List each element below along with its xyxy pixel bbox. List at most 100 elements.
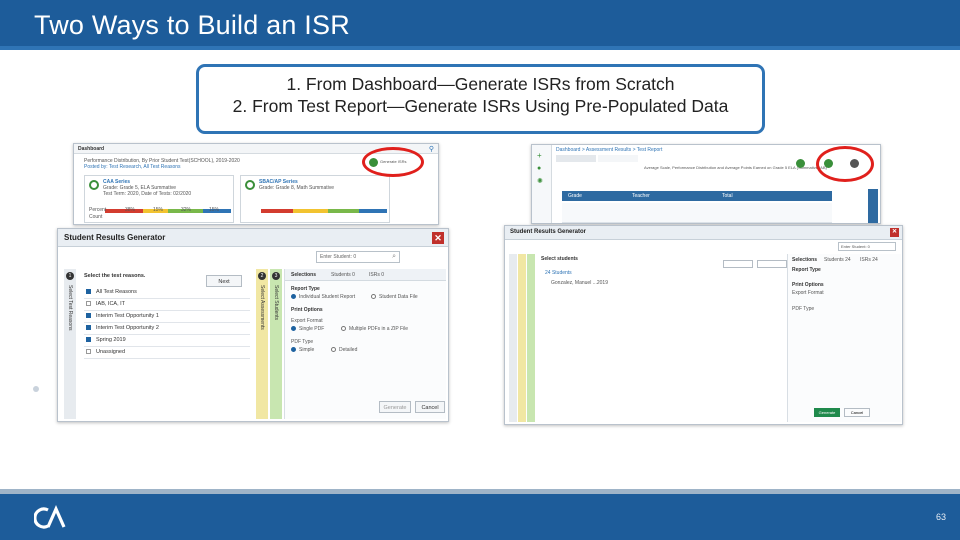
- list-divider: [84, 346, 250, 347]
- test-reason-checkbox[interactable]: [86, 325, 91, 330]
- srg-left-titlebar: Student Results Generator ✕: [58, 229, 448, 247]
- add-students-button[interactable]: [723, 260, 753, 268]
- student-row[interactable]: Gonzalez, Manuel ...2019: [551, 280, 608, 286]
- search-icon[interactable]: ⌕: [392, 253, 396, 261]
- list-divider: [84, 334, 250, 335]
- test-reason-label: Spring 2019: [96, 337, 126, 343]
- report-side-tab[interactable]: [868, 189, 878, 223]
- step-2-rail[interactable]: [518, 254, 526, 422]
- close-icon[interactable]: ✕: [890, 228, 899, 237]
- cancel-button[interactable]: Cancel: [844, 408, 870, 417]
- dashboard-highlight-circle: [362, 147, 424, 177]
- step-1-number: 1: [66, 272, 74, 280]
- search-icon[interactable]: ⚲: [429, 145, 434, 153]
- next-button[interactable]: Next: [206, 275, 242, 287]
- srg-left-selection-panel: Selections Students 0 ISRs 0 Report Type…: [284, 269, 446, 419]
- row-label-count: Count: [89, 214, 103, 220]
- srg-left-title: Student Results Generator: [64, 233, 166, 242]
- report-breadcrumb[interactable]: Dashboard > Assessment Results > Test Re…: [556, 147, 662, 153]
- slide-title: Two Ways to Build an ISR: [34, 10, 350, 40]
- report-type-label: Report Type: [291, 286, 320, 292]
- students-icon[interactable]: ●: [537, 165, 541, 172]
- test-reason-checkbox[interactable]: [86, 349, 91, 354]
- close-icon[interactable]: ✕: [432, 232, 444, 244]
- step-3-rail[interactable]: [527, 254, 535, 422]
- step-3-rail[interactable]: 3 Select Students: [270, 269, 282, 419]
- print-options-label: Print Options: [792, 282, 824, 288]
- report-table-header: Grade Teacher Total: [562, 191, 832, 201]
- report-tab-2[interactable]: [598, 155, 638, 162]
- pdf-type-label: PDF Type: [291, 339, 314, 345]
- tab-students[interactable]: Students 0: [331, 272, 355, 278]
- callout-line-1: 1. From Dashboard—Generate ISRs from Scr…: [286, 74, 675, 94]
- radio-single-pdf[interactable]: [291, 326, 296, 331]
- generate-button[interactable]: Generate: [814, 408, 840, 417]
- radio-isr[interactable]: [291, 294, 296, 299]
- dashboard-link-row[interactable]: Posted by: Test Research, All Test Reaso…: [84, 164, 181, 170]
- plus-icon[interactable]: +: [537, 151, 542, 160]
- radio-data-file[interactable]: [371, 294, 376, 299]
- dashboard-card-1[interactable]: CAA Series Grade: Grade 5, ELA Summative…: [84, 175, 234, 223]
- generate-button[interactable]: Generate: [379, 401, 411, 413]
- ca-logo-icon: [34, 505, 66, 529]
- step-1-heading: Select the test reasons.: [84, 273, 146, 279]
- slide: Two Ways to Build an ISR 1. From Dashboa…: [0, 0, 960, 540]
- tab-selections[interactable]: Selections: [792, 257, 817, 263]
- test-reason-label: All Test Reasons: [96, 289, 137, 295]
- srg-right-title: Student Results Generator: [510, 229, 587, 235]
- step-3-label: Select Students: [273, 285, 279, 321]
- students-group-row[interactable]: 24 Students: [545, 270, 572, 276]
- step-1-rail[interactable]: [509, 254, 517, 422]
- callout-box: 1. From Dashboard—Generate ISRs from Scr…: [196, 64, 765, 134]
- list-divider: [84, 322, 250, 323]
- step-3-number: 3: [272, 272, 280, 280]
- step-1-label: Select Test Reasons: [67, 285, 73, 331]
- export-format-label: Export Format: [291, 318, 323, 324]
- selection-tabs: Selections Students 0 ISRs 0: [285, 269, 446, 281]
- test-reason-checkbox[interactable]: [86, 301, 91, 306]
- report-type-label: Report Type: [792, 267, 821, 273]
- callout-line-2: 2. From Test Report—Generate ISRs Using …: [232, 96, 729, 116]
- dashboard-card-2[interactable]: SBAC/AP Series Grade: Grade 8, Math Summ…: [240, 175, 390, 223]
- title-accent: [0, 46, 960, 50]
- radio-multiple-pdfs[interactable]: [341, 326, 346, 331]
- srg-right-titlebar: Student Results Generator ✕: [505, 226, 902, 240]
- templates-button[interactable]: [757, 260, 787, 268]
- report-side-nav: + ● ✺: [532, 145, 552, 223]
- srg-dialog-left: Student Results Generator ✕ Enter Studen…: [57, 228, 449, 422]
- srg-right-selection-panel: Selections Students 24 ISRs 24 Report Ty…: [787, 254, 901, 422]
- tab-isrs[interactable]: ISRs 24: [860, 257, 878, 263]
- srg-right-search-input[interactable]: Enter Student: 0: [838, 242, 896, 251]
- tab-students[interactable]: Students 24: [824, 257, 851, 263]
- srg-left-search-input[interactable]: Enter Student: 0: [316, 251, 400, 263]
- test-reason-label: Unassigned: [96, 349, 126, 355]
- step-2-rail[interactable]: 2 Select Assessments: [256, 269, 268, 419]
- step-2-number: 2: [258, 272, 266, 280]
- report-tab-1[interactable]: [556, 155, 596, 162]
- settings-icon[interactable]: ✺: [537, 177, 543, 185]
- page-number: 63: [935, 512, 946, 522]
- step-2-label: Select Assessments: [259, 285, 265, 330]
- card-2-performance-bar: [261, 200, 387, 213]
- radio-detailed[interactable]: [331, 347, 336, 352]
- footer-bar: [0, 489, 960, 540]
- dashboard-header-label: Dashboard: [78, 146, 105, 152]
- list-divider: [84, 310, 250, 311]
- pdf-type-label: PDF Type: [792, 306, 815, 312]
- test-reason-checkbox[interactable]: [86, 313, 91, 318]
- row-label-percent: Percent: [89, 207, 107, 213]
- test-reason-checkbox[interactable]: [86, 337, 91, 342]
- cancel-button[interactable]: Cancel: [415, 401, 445, 413]
- export-format-label: Export Format: [792, 290, 824, 296]
- report-table-row: [562, 203, 832, 223]
- print-options-label: Print Options: [291, 307, 323, 313]
- test-reason-checkbox[interactable]: [86, 289, 91, 294]
- radio-simple[interactable]: [291, 347, 296, 352]
- tab-selections[interactable]: Selections: [291, 272, 316, 278]
- magnifier-icon: [245, 180, 255, 190]
- step-1-rail[interactable]: 1 Select Test Reasons: [64, 269, 76, 419]
- tab-isrs[interactable]: ISRs 0: [369, 272, 384, 278]
- test-reason-label: IAB, ICA, IT: [96, 301, 126, 307]
- test-reason-label: Interim Test Opportunity 1: [96, 313, 159, 319]
- test-reason-label: Interim Test Opportunity 2: [96, 325, 159, 331]
